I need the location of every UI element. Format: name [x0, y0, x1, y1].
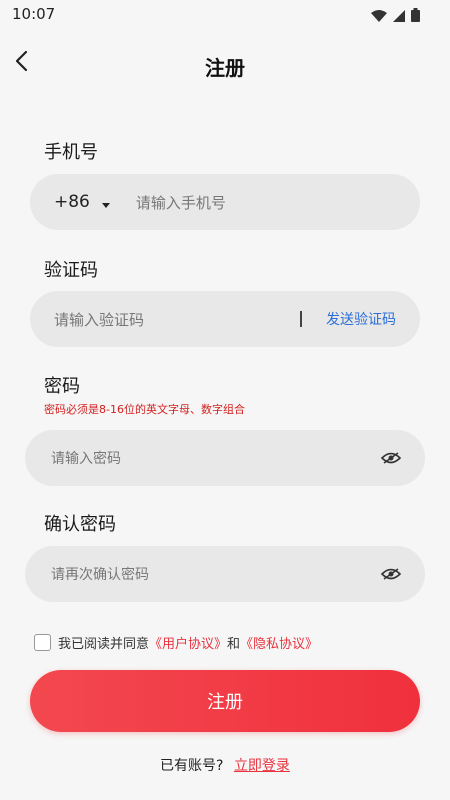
agreement-row: 我已阅读并同意 《用户协议》 和 《隐私协议》 — [34, 633, 318, 652]
agreement-prefix: 我已阅读并同意 — [58, 637, 150, 652]
login-row: 已有账号? 立即登录 — [0, 755, 450, 775]
signal-icon — [393, 7, 405, 26]
phone-input[interactable]: 请输入手机号 — [136, 192, 226, 213]
battery-icon — [411, 7, 420, 26]
code-label: 验证码 — [44, 260, 98, 281]
eye-hidden-icon[interactable] — [381, 567, 401, 581]
send-code-button[interactable]: 发送验证码 — [326, 309, 396, 329]
status-icons — [371, 7, 420, 26]
login-link[interactable]: 立即登录 — [234, 758, 290, 774]
register-button[interactable]: 注册 — [30, 670, 420, 732]
page-title: 注册 — [205, 56, 245, 80]
phone-field: +86 请输入手机号 — [30, 174, 420, 230]
user-agreement-link[interactable]: 《用户协议》 — [149, 633, 227, 652]
caret-down-icon — [101, 193, 110, 212]
login-prompt: 已有账号? — [160, 758, 224, 774]
code-field: 请输入验证码 发送验证码 — [30, 291, 420, 347]
confirm-password-label: 确认密码 — [44, 514, 116, 535]
password-hint: 密码必须是8-16位的英文字母、数字组合 — [44, 403, 245, 416]
wifi-icon — [371, 7, 387, 26]
code-input[interactable]: 请输入验证码 — [54, 309, 300, 330]
privacy-agreement-link[interactable]: 《隐私协议》 — [240, 633, 318, 652]
country-code: +86 — [54, 192, 90, 212]
password-label: 密码 — [44, 376, 80, 397]
password-input[interactable]: 请输入密码 — [51, 448, 381, 468]
agreement-checkbox[interactable] — [34, 634, 51, 651]
status-time: 10:07 — [12, 5, 56, 23]
confirm-password-field: 请再次确认密码 — [25, 546, 425, 602]
password-field: 请输入密码 — [25, 430, 425, 486]
agreement-and: 和 — [227, 637, 241, 652]
confirm-password-input[interactable]: 请再次确认密码 — [51, 564, 381, 584]
country-code-selector[interactable]: +86 — [54, 192, 110, 212]
divider — [300, 311, 302, 327]
phone-label: 手机号 — [44, 142, 98, 163]
eye-hidden-icon[interactable] — [381, 451, 401, 465]
